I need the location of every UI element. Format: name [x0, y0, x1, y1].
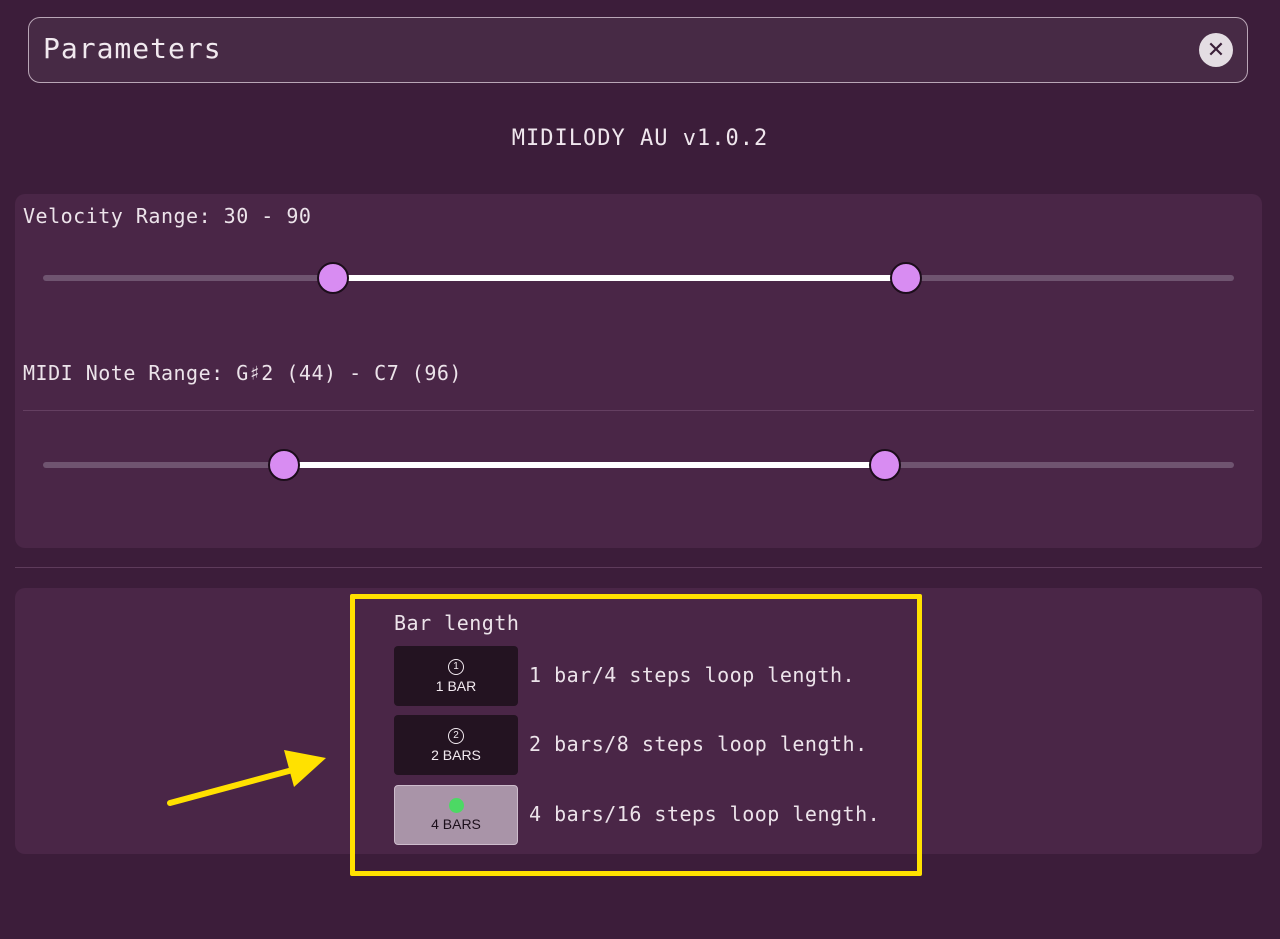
parameters-header: Parameters ✕ [28, 17, 1248, 83]
note-high-thumb[interactable] [869, 449, 901, 481]
note-low-thumb[interactable] [268, 449, 300, 481]
header-title: Parameters [43, 32, 222, 65]
midi-note-range-label: MIDI Note Range: G♯2 (44) - C7 (96) [23, 361, 462, 385]
note-range-fill [283, 462, 884, 468]
midi-note-range-slider[interactable] [43, 449, 1234, 481]
velocity-range-label: Velocity Range: 30 - 90 [23, 204, 312, 228]
velocity-high-thumb[interactable] [890, 262, 922, 294]
section-divider [15, 567, 1262, 568]
close-button[interactable]: ✕ [1199, 33, 1233, 67]
note-range-divider [23, 410, 1254, 411]
velocity-range-slider[interactable] [43, 262, 1234, 294]
range-panel: Velocity Range: 30 - 90 MIDI Note Range:… [15, 194, 1262, 548]
velocity-low-thumb[interactable] [317, 262, 349, 294]
annotation-arrow-icon [167, 750, 326, 806]
velocity-range-fill [332, 275, 905, 281]
highlight-box [350, 594, 922, 876]
close-icon: ✕ [1206, 37, 1226, 63]
version-label: MIDILODY AU v1.0.2 [511, 126, 769, 151]
